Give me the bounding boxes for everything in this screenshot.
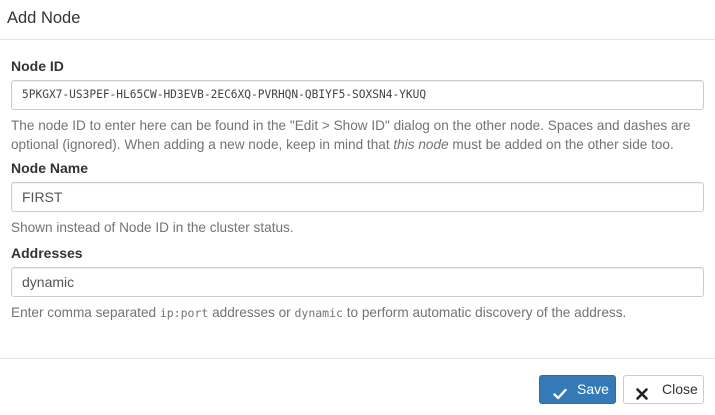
node-name-label: Node Name (11, 160, 89, 176)
node-name-help: Shown instead of Node ID in the cluster … (11, 220, 294, 235)
close-icon (635, 383, 649, 400)
dialog-header: Add Node (0, 0, 715, 40)
addresses-input[interactable]: dynamic (11, 267, 704, 297)
addresses-help: Enter comma separated ip:port addresses … (11, 303, 704, 323)
node-id-help-text-2: must be added on the other side too. (448, 137, 674, 152)
addresses-label: Addresses (11, 245, 83, 261)
node-id-input[interactable]: 5PKGX7-US3PEF-HL65CW-HD3EVB-2EC6XQ-PVRHQ… (11, 80, 704, 110)
dialog-title: Add Node (7, 9, 81, 27)
addresses-help-code-ipport: ip:port (159, 306, 209, 320)
node-id-label: Node ID (11, 58, 64, 74)
addresses-group: Addresses dynamic Enter comma separated … (11, 245, 704, 323)
save-button-label: Save (577, 381, 609, 397)
check-icon (553, 383, 567, 399)
addresses-help-text-3: to perform automatic discovery of the ad… (342, 305, 627, 320)
add-node-dialog: Add Node Node ID 5PKGX7-US3PEF-HL65CW-HD… (0, 0, 715, 415)
close-button[interactable]: Close (623, 375, 704, 404)
node-id-help: The node ID to enter here can be found i… (11, 116, 704, 154)
node-id-help-emphasis: this node (393, 137, 449, 152)
addresses-help-code-dynamic: dynamic (294, 306, 343, 320)
dialog-footer: Save Close (0, 358, 715, 415)
addresses-help-text-1: Enter comma separated (11, 305, 160, 320)
node-name-group: Node Name FIRST Shown instead of Node ID… (11, 160, 704, 237)
addresses-help-text-2: addresses or (208, 305, 295, 320)
node-id-group: Node ID 5PKGX7-US3PEF-HL65CW-HD3EVB-2EC6… (11, 58, 704, 154)
close-button-label: Close (662, 381, 698, 397)
save-button[interactable]: Save (539, 375, 616, 404)
node-name-input[interactable]: FIRST (11, 182, 704, 212)
